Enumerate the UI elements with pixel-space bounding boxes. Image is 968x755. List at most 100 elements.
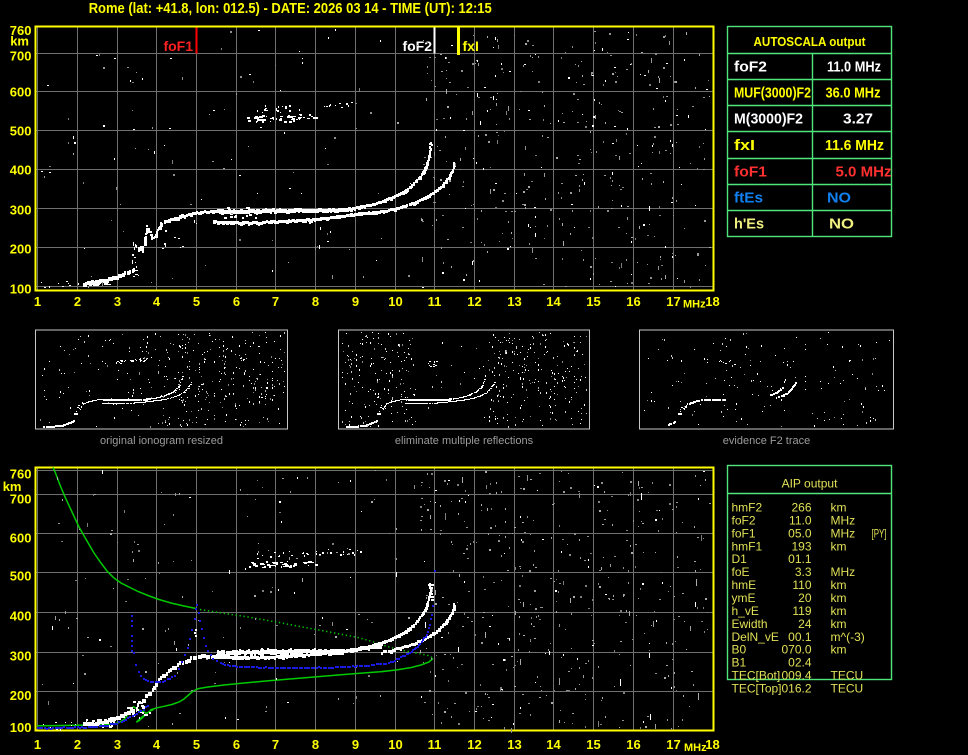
svg-text:5: 5 (193, 737, 200, 752)
svg-text:8: 8 (312, 294, 319, 309)
svg-text:foF1: foF1 (732, 526, 756, 540)
svg-text:600: 600 (10, 531, 32, 546)
svg-text:16: 16 (626, 294, 640, 309)
svg-text:3: 3 (114, 737, 121, 752)
svg-text:h'Es: h'Es (734, 216, 764, 233)
svg-text:14: 14 (546, 737, 561, 752)
svg-text:foF2: foF2 (734, 59, 767, 76)
svg-text:MHz: MHz (683, 299, 706, 311)
svg-text:4: 4 (153, 737, 161, 752)
svg-text:Rome (lat: +41.8, lon: 012.5): Rome (lat: +41.8, lon: 012.5) - DATE: 20… (89, 0, 492, 17)
svg-text:9: 9 (352, 294, 359, 309)
svg-text:fxI: fxI (463, 38, 479, 54)
svg-text:6: 6 (233, 737, 240, 752)
svg-text:5: 5 (193, 294, 200, 309)
svg-text:B0: B0 (732, 643, 747, 657)
svg-text:600: 600 (10, 85, 32, 100)
svg-text:15: 15 (586, 737, 600, 752)
svg-text:10: 10 (388, 294, 402, 309)
svg-text:11: 11 (428, 294, 442, 309)
svg-text:700: 700 (10, 49, 32, 64)
svg-text:foF1: foF1 (734, 164, 767, 181)
svg-text:36.0 MHz: 36.0 MHz (826, 85, 881, 102)
svg-text:110: 110 (792, 578, 811, 592)
svg-text:TEC[Bot]: TEC[Bot] (732, 669, 781, 683)
svg-text:10: 10 (388, 737, 402, 752)
svg-text:16: 16 (626, 737, 640, 752)
svg-text:km: km (10, 33, 29, 48)
svg-text:foF2: foF2 (732, 513, 756, 527)
svg-text:12: 12 (467, 294, 481, 309)
svg-text:eliminate multiple reflections: eliminate multiple reflections (395, 435, 534, 447)
svg-text:05.0: 05.0 (788, 526, 812, 540)
svg-text:193: 193 (791, 539, 811, 553)
svg-text:400: 400 (10, 163, 32, 178)
svg-text:17: 17 (666, 294, 680, 309)
svg-text:Ewidth: Ewidth (732, 617, 768, 631)
svg-text:400: 400 (10, 609, 32, 624)
svg-text:11.6 MHz: 11.6 MHz (825, 137, 884, 154)
svg-text:13: 13 (507, 737, 521, 752)
svg-text:km: km (831, 539, 847, 553)
svg-text:12: 12 (467, 737, 481, 752)
svg-text:km: km (831, 501, 847, 515)
svg-text:D1: D1 (732, 552, 748, 566)
svg-text:100: 100 (10, 281, 32, 296)
svg-text:200: 200 (10, 688, 32, 703)
svg-text:DelN_vE: DelN_vE (732, 630, 779, 644)
svg-text:original ionogram resized: original ionogram resized (100, 435, 223, 447)
svg-text:1: 1 (34, 294, 41, 309)
svg-text:3: 3 (114, 294, 121, 309)
svg-text:300: 300 (10, 649, 32, 664)
svg-text:016.2: 016.2 (781, 682, 811, 696)
svg-text:km: km (831, 617, 847, 631)
svg-text:9: 9 (352, 737, 359, 752)
svg-text:2: 2 (74, 294, 81, 309)
svg-text:[PY]: [PY] (872, 526, 887, 540)
svg-text:15: 15 (586, 294, 600, 309)
svg-text:8: 8 (312, 737, 319, 752)
svg-text:14: 14 (546, 294, 561, 309)
svg-text:266: 266 (791, 501, 811, 515)
svg-text:MUF(3000)F2: MUF(3000)F2 (734, 85, 811, 102)
svg-text:5.0 MHz: 5.0 MHz (836, 164, 892, 181)
svg-text:11.0 MHz: 11.0 MHz (827, 59, 881, 76)
svg-text:fxI: fxI (734, 137, 755, 154)
svg-text:km: km (831, 604, 847, 618)
svg-text:hmE: hmE (732, 578, 757, 592)
svg-text:AIP output: AIP output (782, 477, 838, 491)
svg-text:MHz: MHz (684, 742, 707, 754)
svg-text:13: 13 (507, 294, 521, 309)
svg-text:11.0: 11.0 (789, 513, 812, 527)
svg-text:700: 700 (10, 492, 32, 507)
svg-text:500: 500 (10, 124, 32, 139)
svg-text:2: 2 (74, 737, 81, 752)
svg-text:foE: foE (732, 565, 750, 579)
svg-text:M(3000)F2: M(3000)F2 (734, 111, 803, 128)
svg-text:MHz: MHz (831, 526, 856, 540)
svg-text:TECU: TECU (831, 682, 864, 696)
svg-text:ftEs: ftEs (734, 190, 763, 207)
svg-text:1: 1 (34, 737, 41, 752)
svg-text:km: km (831, 591, 847, 605)
svg-text:119: 119 (792, 604, 811, 618)
svg-text:11: 11 (428, 737, 442, 752)
svg-text:009.4: 009.4 (781, 669, 811, 683)
svg-text:hmF2: hmF2 (732, 501, 763, 515)
svg-text:4: 4 (153, 294, 161, 309)
svg-text:17: 17 (666, 737, 680, 752)
svg-text:m^(-3): m^(-3) (831, 630, 865, 644)
svg-text:h_vE: h_vE (732, 604, 759, 618)
svg-text:00.1: 00.1 (788, 630, 812, 644)
svg-text:6: 6 (233, 294, 240, 309)
svg-text:070.0: 070.0 (781, 643, 811, 657)
svg-text:18: 18 (705, 737, 719, 752)
svg-text:500: 500 (10, 569, 32, 584)
svg-text:B1: B1 (732, 656, 747, 670)
svg-text:ymE: ymE (732, 591, 756, 605)
svg-text:7: 7 (272, 294, 279, 309)
svg-text:02.4: 02.4 (788, 656, 812, 670)
svg-text:MHz: MHz (831, 565, 856, 579)
svg-text:km: km (831, 643, 847, 657)
svg-text:NO: NO (827, 190, 851, 207)
